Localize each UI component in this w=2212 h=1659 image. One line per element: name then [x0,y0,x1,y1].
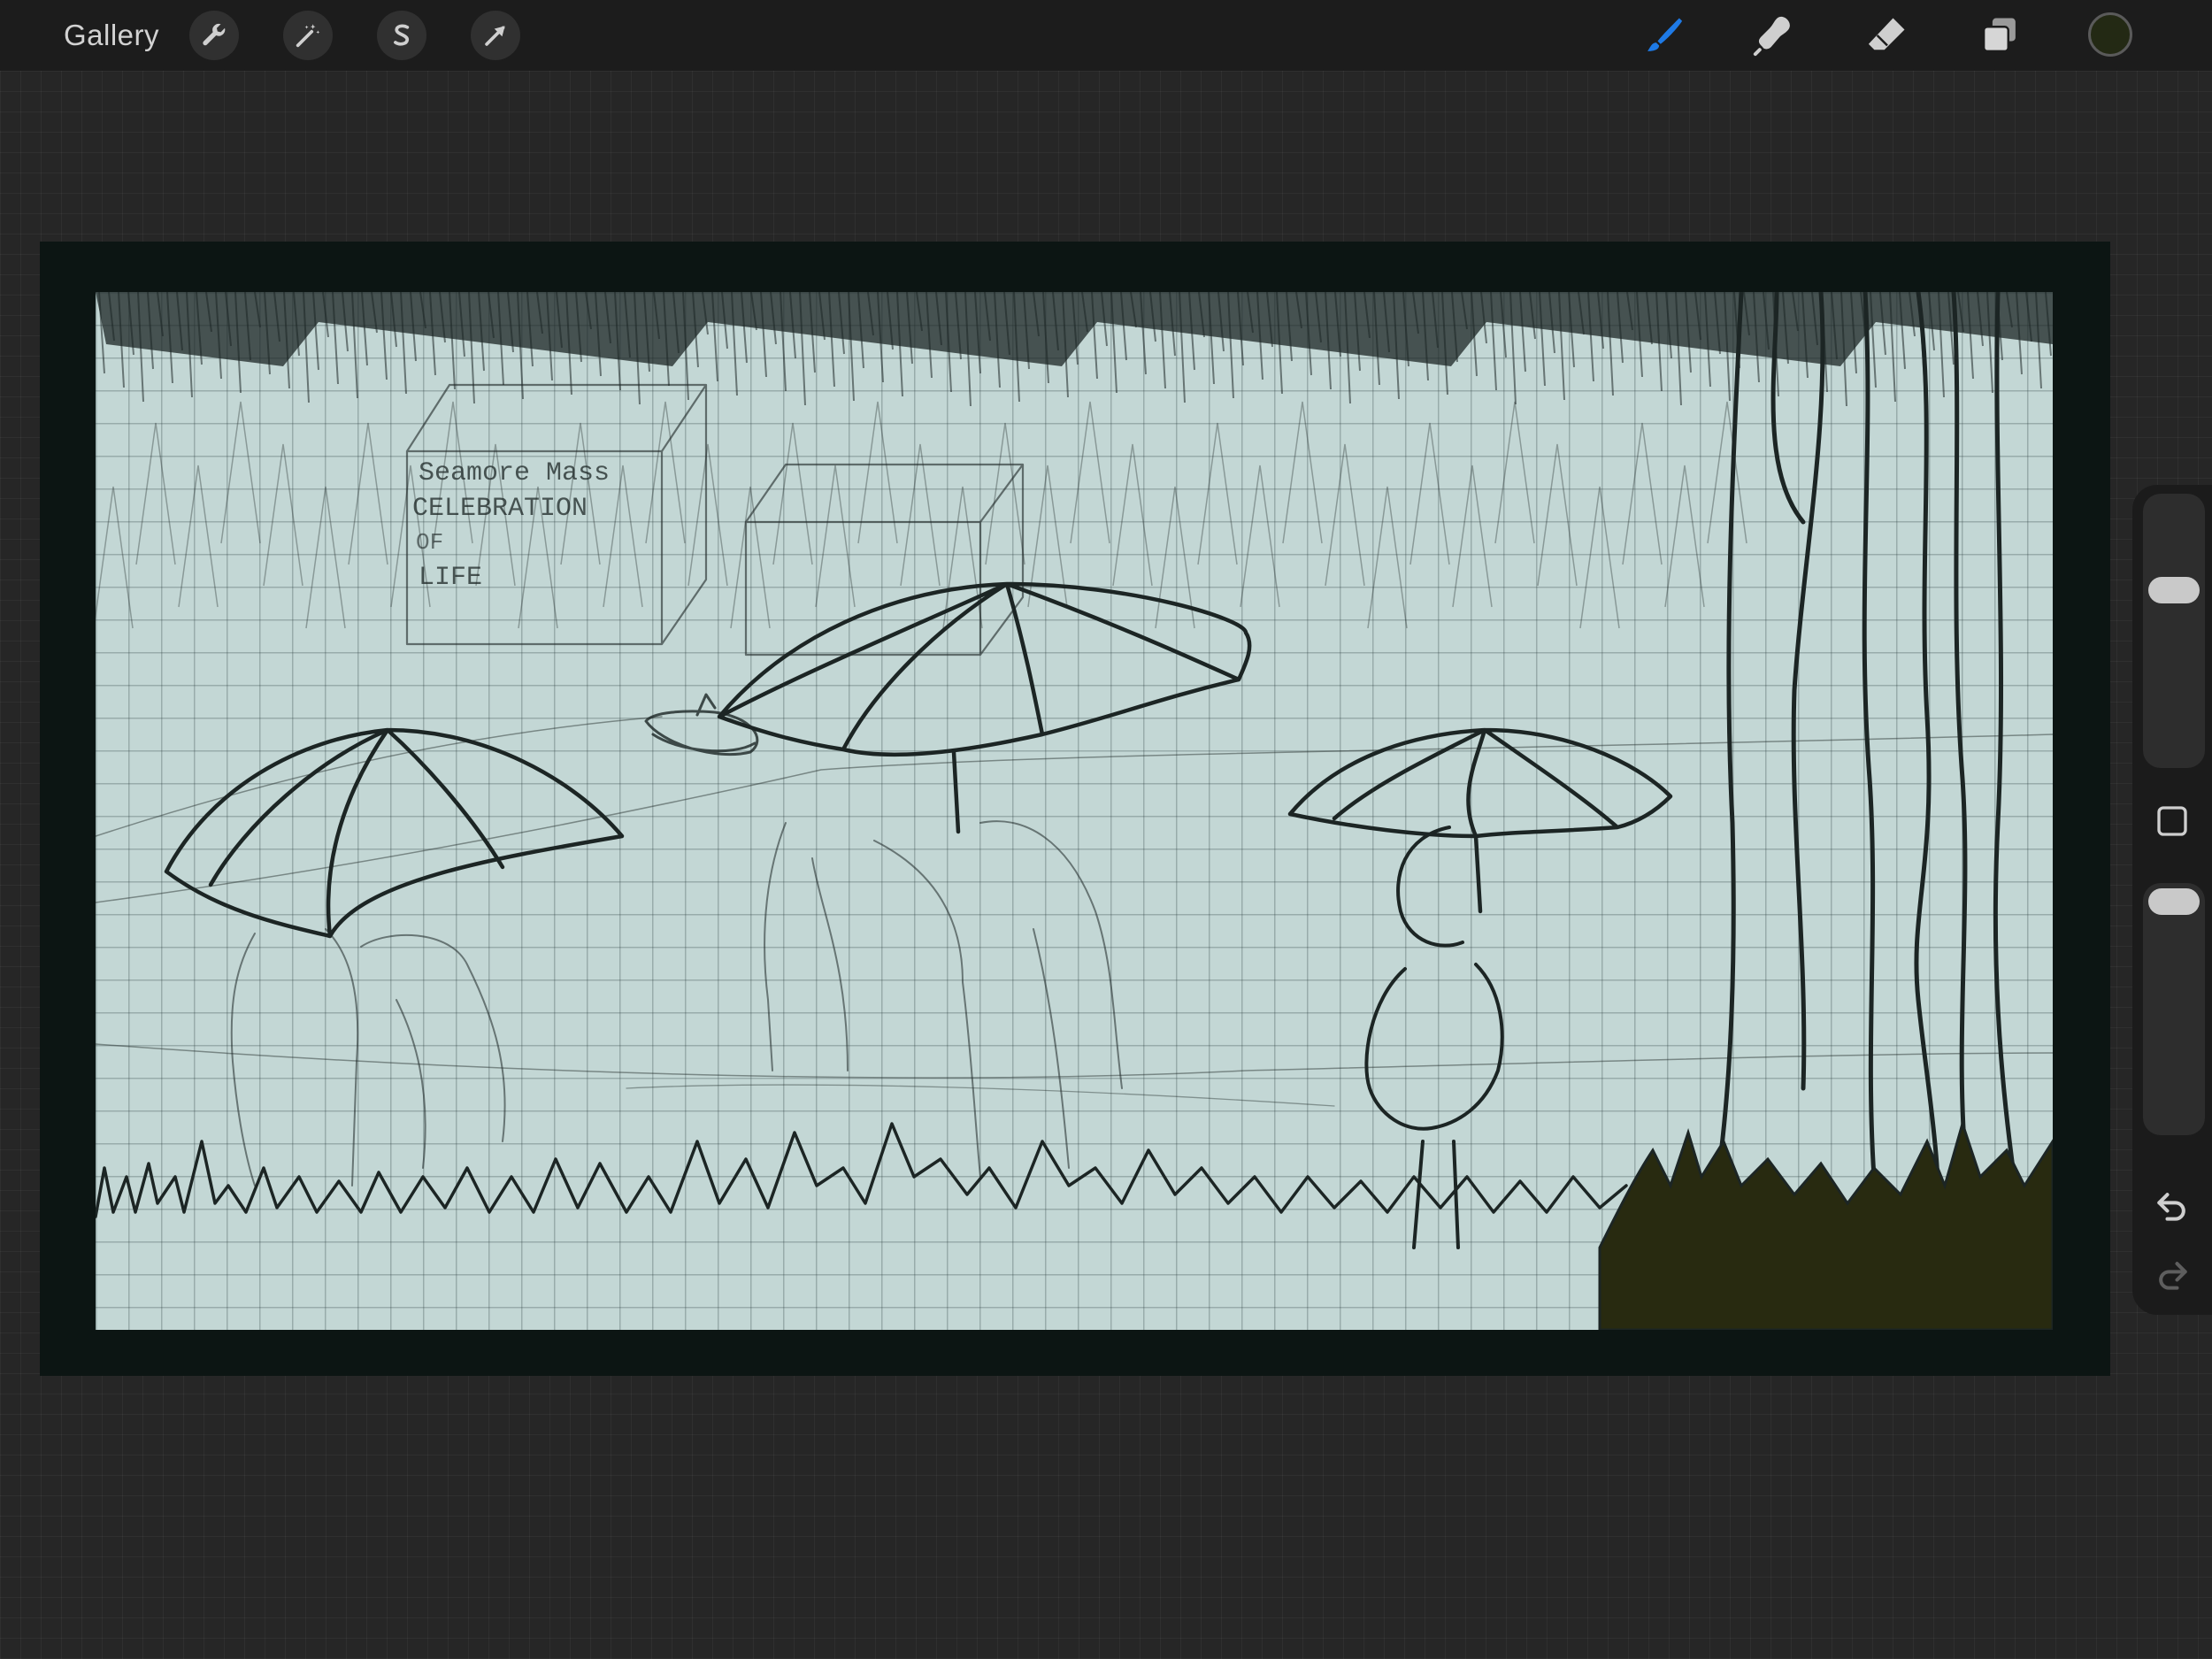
gallery-button[interactable]: Gallery [44,12,179,58]
tree-canopy [96,292,2053,629]
grass-foreground [96,1122,1628,1218]
magic-wand-icon [296,24,320,48]
background-tree [687,443,728,587]
brush-icon [1647,18,1683,51]
background-tree [772,422,813,565]
background-tree [1452,465,1493,608]
background-tree [815,465,856,608]
ink-strokes [96,292,2053,1250]
top-toolbar: Gallery [0,0,2212,71]
background-tree [1070,401,1110,544]
background-tree [1325,443,1365,587]
redo-button[interactable] [2148,1251,2196,1299]
umbrella-left [164,727,625,939]
eraser-icon [1868,18,1905,50]
redo-icon [2159,1262,2187,1290]
background-tree [1494,401,1535,544]
layers-icon [1982,18,2016,53]
background-tree [305,486,346,629]
brush-opacity-thumb[interactable] [2148,888,2200,915]
sign-line-3: OF [416,529,443,556]
background-tree [178,465,219,608]
layers-button[interactable] [1973,9,2026,62]
background-tree [1622,422,1663,565]
background-tree [730,486,771,629]
color-picker-button[interactable] [2088,12,2132,57]
grass-fill [1598,1118,2053,1330]
eraser-button[interactable] [1861,9,1914,62]
selection-button[interactable] [377,11,426,60]
canvas-frame: Seamore Mass CELEBRATION OF LIFE [40,242,2110,1376]
background-tree [220,401,261,544]
brush-opacity-slider[interactable] [2143,883,2205,1135]
smudge-finger-icon [1753,16,1790,57]
figure-right [1364,826,1504,1249]
square-modify-icon [2157,806,2187,836]
undo-button[interactable] [2148,1182,2196,1230]
sign-line-4: LIFE [419,563,482,593]
figure-left-pair [230,928,506,1187]
background-tree [1367,486,1408,629]
background-tree [645,401,686,544]
background-tree [1112,443,1153,587]
side-controls [2132,485,2212,1315]
background-tree [985,422,1025,565]
actions-button[interactable] [189,11,239,60]
monument-sign: Seamore Mass CELEBRATION OF LIFE [412,458,610,593]
umbrella-right [1287,727,1673,914]
monument-right [744,463,1025,657]
sign-line-1: Seamore Mass [419,458,610,488]
tree-trunk [1703,292,2027,1250]
figure-middle-pair [764,820,1123,1178]
background-tree [135,422,176,565]
background-tree [1707,401,1747,544]
selection-s-icon [394,24,410,46]
paint-brush-button[interactable] [1637,9,1690,62]
transform-button[interactable] [471,11,520,60]
undo-icon [2157,1193,2185,1221]
wrench-icon [203,23,226,46]
adjustments-button[interactable] [283,11,333,60]
drawing-canvas[interactable]: Seamore Mass CELEBRATION OF LIFE [96,292,2053,1330]
background-tree [1537,443,1578,587]
modify-button[interactable] [2153,802,2192,841]
canopy-band [96,292,2053,366]
background-tree [96,486,134,629]
background-tree [1282,401,1323,544]
arrow-cursor-icon [485,26,505,46]
procreate-app: Gallery Seamore Mass CELEBRATION OF LIFE [0,0,2212,1659]
sketch-artwork: Seamore Mass CELEBRATION OF LIFE [96,292,2053,1330]
umbrella-middle [717,581,1252,834]
brush-size-slider[interactable] [2143,494,2205,768]
background-tree [263,443,303,587]
background-tree [1579,486,1620,629]
background-tree [1240,465,1280,608]
background-tree [348,422,388,565]
brush-size-thumb[interactable] [2148,577,2200,604]
background-tree [1664,465,1705,608]
sign-line-2: CELEBRATION [412,494,588,524]
smudge-button[interactable] [1747,9,1801,62]
background-tree [1409,422,1450,565]
background-tree [1197,422,1238,565]
